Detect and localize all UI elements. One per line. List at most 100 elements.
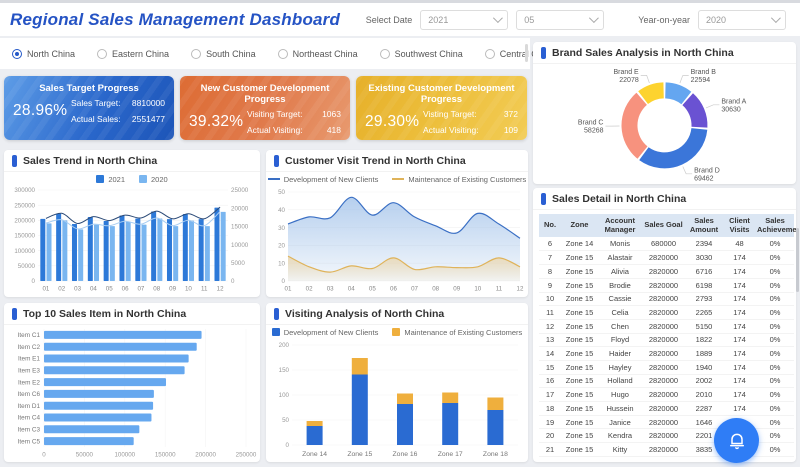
month-select[interactable]: 05	[516, 10, 604, 30]
kpi-percent: 29.30%	[365, 113, 423, 131]
legend-line-marker	[392, 178, 404, 180]
axis-label: 10	[185, 286, 192, 293]
axis-label: 250000	[14, 202, 35, 209]
donut-slice-brand-a[interactable]	[682, 93, 707, 127]
region-scrollbar[interactable]	[525, 44, 528, 62]
legend-item[interactable]: 2020	[139, 175, 168, 184]
legend-item[interactable]: Development of New Clients	[272, 328, 379, 337]
table-row[interactable]: 14Zone 15Haider282000018891740%	[539, 347, 794, 361]
table-cell: 0%	[756, 402, 794, 416]
page-scrollbar[interactable]	[796, 228, 799, 292]
table-cell: Hussein	[598, 402, 642, 416]
notification-fab-button[interactable]	[714, 418, 759, 463]
table-row[interactable]: 7Zone 15Alastair282000030301740%	[539, 251, 794, 265]
yoy-select[interactable]: 2020	[698, 10, 786, 30]
visiting-chart: 050100150200Zone 14Zone 15Zone 16Zone 17…	[266, 339, 528, 460]
axis-label: 50	[282, 417, 289, 424]
table-row[interactable]: 13Zone 15Floyd282000018221740%	[539, 333, 794, 347]
axis-label: 0	[231, 278, 235, 285]
axis-label: 06	[122, 286, 129, 293]
table-cell: 2010	[685, 388, 723, 402]
legend-item[interactable]: Maintenance of Existing Customers	[392, 328, 522, 337]
axis-label: Item E1	[18, 356, 40, 363]
sales-detail-table: No.ZoneAccount ManagerSales GoalSales Am…	[539, 214, 794, 457]
table-cell: Holland	[598, 374, 642, 388]
top10-chart: 050000100000150000200000250000Item C1Ite…	[4, 325, 260, 460]
hbar-item-e2	[44, 378, 166, 386]
table-cell: Zone 15	[561, 278, 598, 292]
table-cell: 48	[723, 237, 756, 251]
table-row[interactable]: 11Zone 15Celia282000022651740%	[539, 306, 794, 320]
bar-2020	[110, 226, 115, 281]
radio-label: Northeast China	[293, 49, 358, 59]
table-cell: 174	[723, 251, 756, 265]
table-cell: 174	[723, 374, 756, 388]
table-row[interactable]: 19Zone 15Janice282000016461740%	[539, 415, 794, 429]
table-row[interactable]: 18Zone 15Hussein282000022871740%	[539, 402, 794, 416]
region-radio-northeast-china[interactable]: Northeast China	[278, 49, 358, 59]
panel-title: Customer Visit Trend in North China	[285, 155, 466, 167]
axis-label: 15000	[231, 224, 249, 231]
table-row[interactable]: 9Zone 15Brodie282000061981740%	[539, 278, 794, 292]
table-cell: 2820000	[642, 333, 685, 347]
legend-item[interactable]: Maintenance of Existing Customers	[392, 175, 526, 184]
sales-trend-svg: 0500001000001500002000002500003000000500…	[4, 186, 260, 294]
legend-item[interactable]: Development of New Clients	[268, 175, 379, 184]
table-cell: 2820000	[642, 429, 685, 443]
year-select[interactable]: 2021	[420, 10, 508, 30]
table-cell: 7	[539, 251, 561, 265]
radio-label: North China	[27, 49, 75, 59]
axis-label: Zone 15	[347, 451, 372, 458]
region-radio-eastern-china[interactable]: Eastern China	[97, 49, 169, 59]
panel-title: Sales Trend in North China	[23, 155, 157, 167]
table-cell: 11	[539, 306, 561, 320]
blue-bar-icon	[12, 155, 17, 167]
table-row[interactable]: 8Zone 15Alivia282000067161740%	[539, 265, 794, 279]
bar-2021	[88, 217, 93, 281]
table-row[interactable]: 10Zone 15Cassie282000027931740%	[539, 292, 794, 306]
region-radio-north-china[interactable]: North China	[12, 49, 75, 59]
table-cell: 0%	[756, 278, 794, 292]
hbar-item-c4	[44, 414, 151, 422]
blue-bar-icon	[274, 155, 279, 167]
table-header-no-: No.	[539, 214, 561, 237]
region-filter: North China Eastern China South China North…	[0, 38, 530, 69]
radio-icon	[97, 49, 107, 59]
table-row[interactable]: 17Zone 15Hugo282000020101740%	[539, 388, 794, 402]
table-cell: 174	[723, 278, 756, 292]
axis-label: 150000	[14, 233, 35, 240]
table-row[interactable]: 15Zone 15Hayley282000019401740%	[539, 360, 794, 374]
radio-icon	[485, 49, 495, 59]
table-row[interactable]: 16Zone 15Holland282000020021740%	[539, 374, 794, 388]
axis-label: 0	[282, 278, 286, 285]
table-cell: 5150	[685, 319, 723, 333]
kpi-percent: 39.32%	[189, 113, 247, 131]
table-cell: 14	[539, 347, 561, 361]
bar-2020	[94, 225, 99, 281]
table-cell: 6	[539, 237, 561, 251]
table-cell: Zone 15	[561, 402, 598, 416]
table-row[interactable]: 12Zone 15Chen282000051501740%	[539, 319, 794, 333]
axis-label: 04	[90, 286, 97, 293]
hbar-item-c6	[44, 390, 154, 398]
axis-label: 200000	[14, 218, 35, 225]
blue-bar-icon	[12, 308, 17, 320]
hbar-item-d1	[44, 402, 153, 410]
axis-label: 03	[327, 286, 334, 293]
region-radio-south-china[interactable]: South China	[191, 49, 256, 59]
legend-label: 2020	[151, 175, 168, 184]
table-cell: 2820000	[642, 402, 685, 416]
axis-label: Item C4	[18, 415, 41, 422]
table-row[interactable]: 6Zone 14Monis6800002394480%	[539, 237, 794, 251]
axis-label: 300000	[14, 187, 35, 194]
slice-label: Brand E	[613, 69, 639, 76]
table-cell: 2820000	[642, 278, 685, 292]
table-cell: 0%	[756, 237, 794, 251]
table-cell: Monis	[598, 237, 642, 251]
donut-slice-brand-c[interactable]	[622, 93, 648, 159]
region-radio-southwest-china[interactable]: Southwest China	[380, 49, 463, 59]
legend-item[interactable]: 2021	[96, 175, 125, 184]
donut-slice-brand-d[interactable]	[639, 128, 707, 168]
kpi-line2-label: Actual Visiting:	[423, 125, 479, 135]
header-controls: Select Date 2021 05 Year-on-year 2020	[366, 10, 800, 30]
